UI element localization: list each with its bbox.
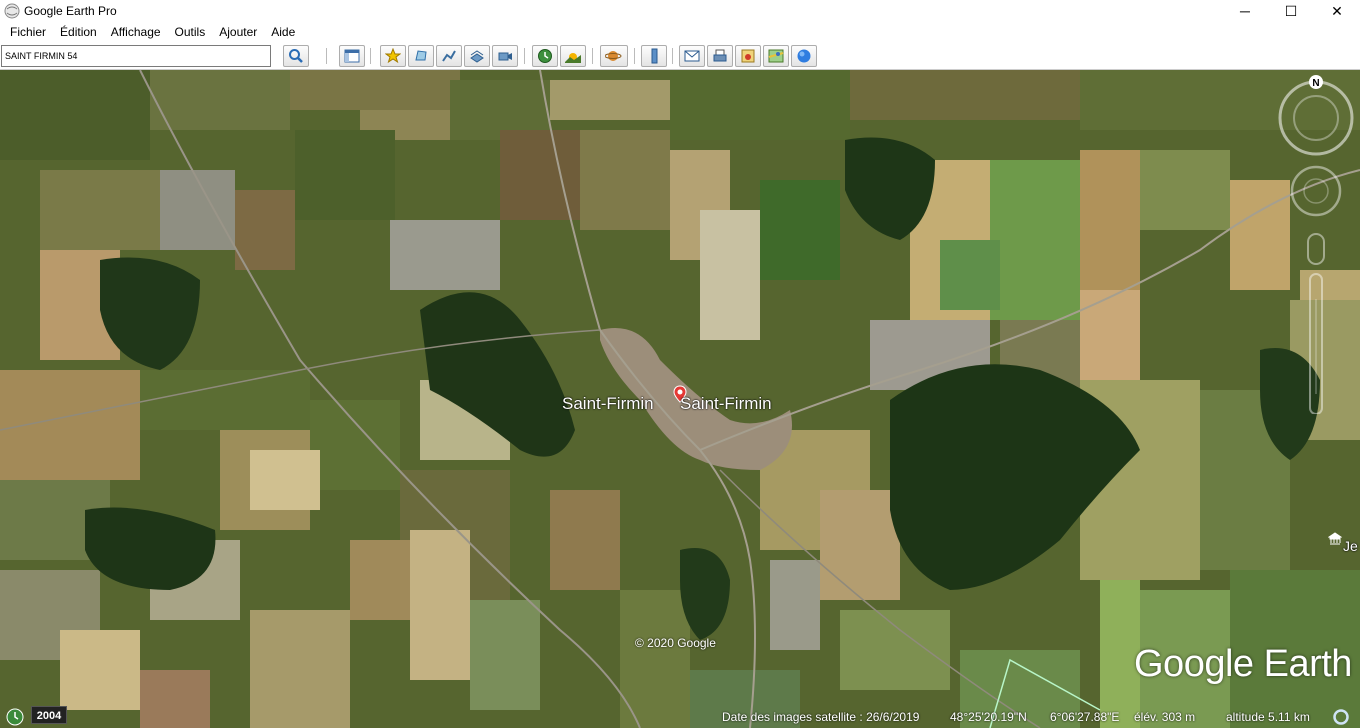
path-icon [442,50,456,62]
sidebar-toggle-icon [344,49,360,63]
menu-outils[interactable]: Outils [168,22,213,43]
search-icon [289,49,303,63]
menu-edition[interactable]: Édition [53,22,104,43]
altitude-readout: altitude 5.11 km [1226,710,1310,724]
place-label[interactable]: Saint-Firmin [680,394,772,414]
sidebar-toggle-button[interactable] [339,45,365,67]
latitude-readout: 48°25'20.19"N [950,710,1027,724]
earth-button[interactable] [791,45,817,67]
earth-icon [797,49,811,63]
print-button[interactable] [707,45,733,67]
add-overlay-button[interactable] [464,45,490,67]
placemark-icon [385,48,401,64]
loading-status-icon [1333,709,1349,725]
record-tour-button[interactable] [492,45,518,67]
planets-button[interactable] [600,45,628,67]
tour-icon [498,52,512,61]
menu-affichage[interactable]: Affichage [104,22,168,43]
maximize-button[interactable]: ☐ [1268,0,1314,22]
add-placemark-button[interactable] [380,45,406,67]
ruler-button[interactable] [641,45,667,67]
title-bar: Google Earth Pro ─ ☐ ✕ [0,0,1360,22]
sunlight-button[interactable] [560,45,586,67]
place-label[interactable]: Saint-Firmin [562,394,654,414]
add-polygon-button[interactable] [408,45,434,67]
close-button[interactable]: ✕ [1314,0,1360,22]
compass-north-label: N [1312,78,1319,89]
planets-icon [605,51,622,61]
minimize-button[interactable]: ─ [1222,0,1268,22]
overlay-icon [470,50,484,63]
museum-icon[interactable] [1328,532,1342,546]
navigation-controls[interactable]: N [1276,74,1360,414]
menu-bar: Fichier Édition Affichage Outils Ajouter… [0,22,1360,43]
historical-imagery-button[interactable] [532,45,558,67]
toolbar [0,43,1360,70]
search-input[interactable] [1,45,271,67]
email-button[interactable] [679,45,705,67]
email-icon [684,50,700,62]
search-button[interactable] [283,45,309,67]
sunlight-icon [565,53,581,63]
maps-icon [768,49,784,63]
edge-place-label[interactable]: Je [1343,538,1358,554]
status-bar: Date des images satellite : 26/6/2019 48… [0,706,1360,728]
menu-fichier[interactable]: Fichier [3,22,53,43]
save-image-icon [741,49,755,63]
longitude-readout: 6°06'27.88"E [1050,710,1120,724]
print-icon [713,49,727,62]
view-in-maps-button[interactable] [763,45,789,67]
google-earth-logo: Google Earth [1134,643,1352,685]
add-path-button[interactable] [436,45,462,67]
polygon-icon [415,50,427,61]
map-view[interactable]: Saint-Firmin Saint-Firmin Je © 2020 Goog… [0,70,1360,728]
google-earth-app-icon [4,3,20,19]
historical-imagery-icon [538,49,552,63]
window-title: Google Earth Pro [24,4,117,18]
menu-aide[interactable]: Aide [264,22,302,43]
copyright-text: © 2020 Google [635,636,716,650]
elevation-readout: élév. 303 m [1134,710,1196,724]
ruler-icon [651,48,658,64]
imagery-date: Date des images satellite : 26/6/2019 [722,710,920,724]
menu-ajouter[interactable]: Ajouter [212,22,264,43]
save-image-button[interactable] [735,45,761,67]
